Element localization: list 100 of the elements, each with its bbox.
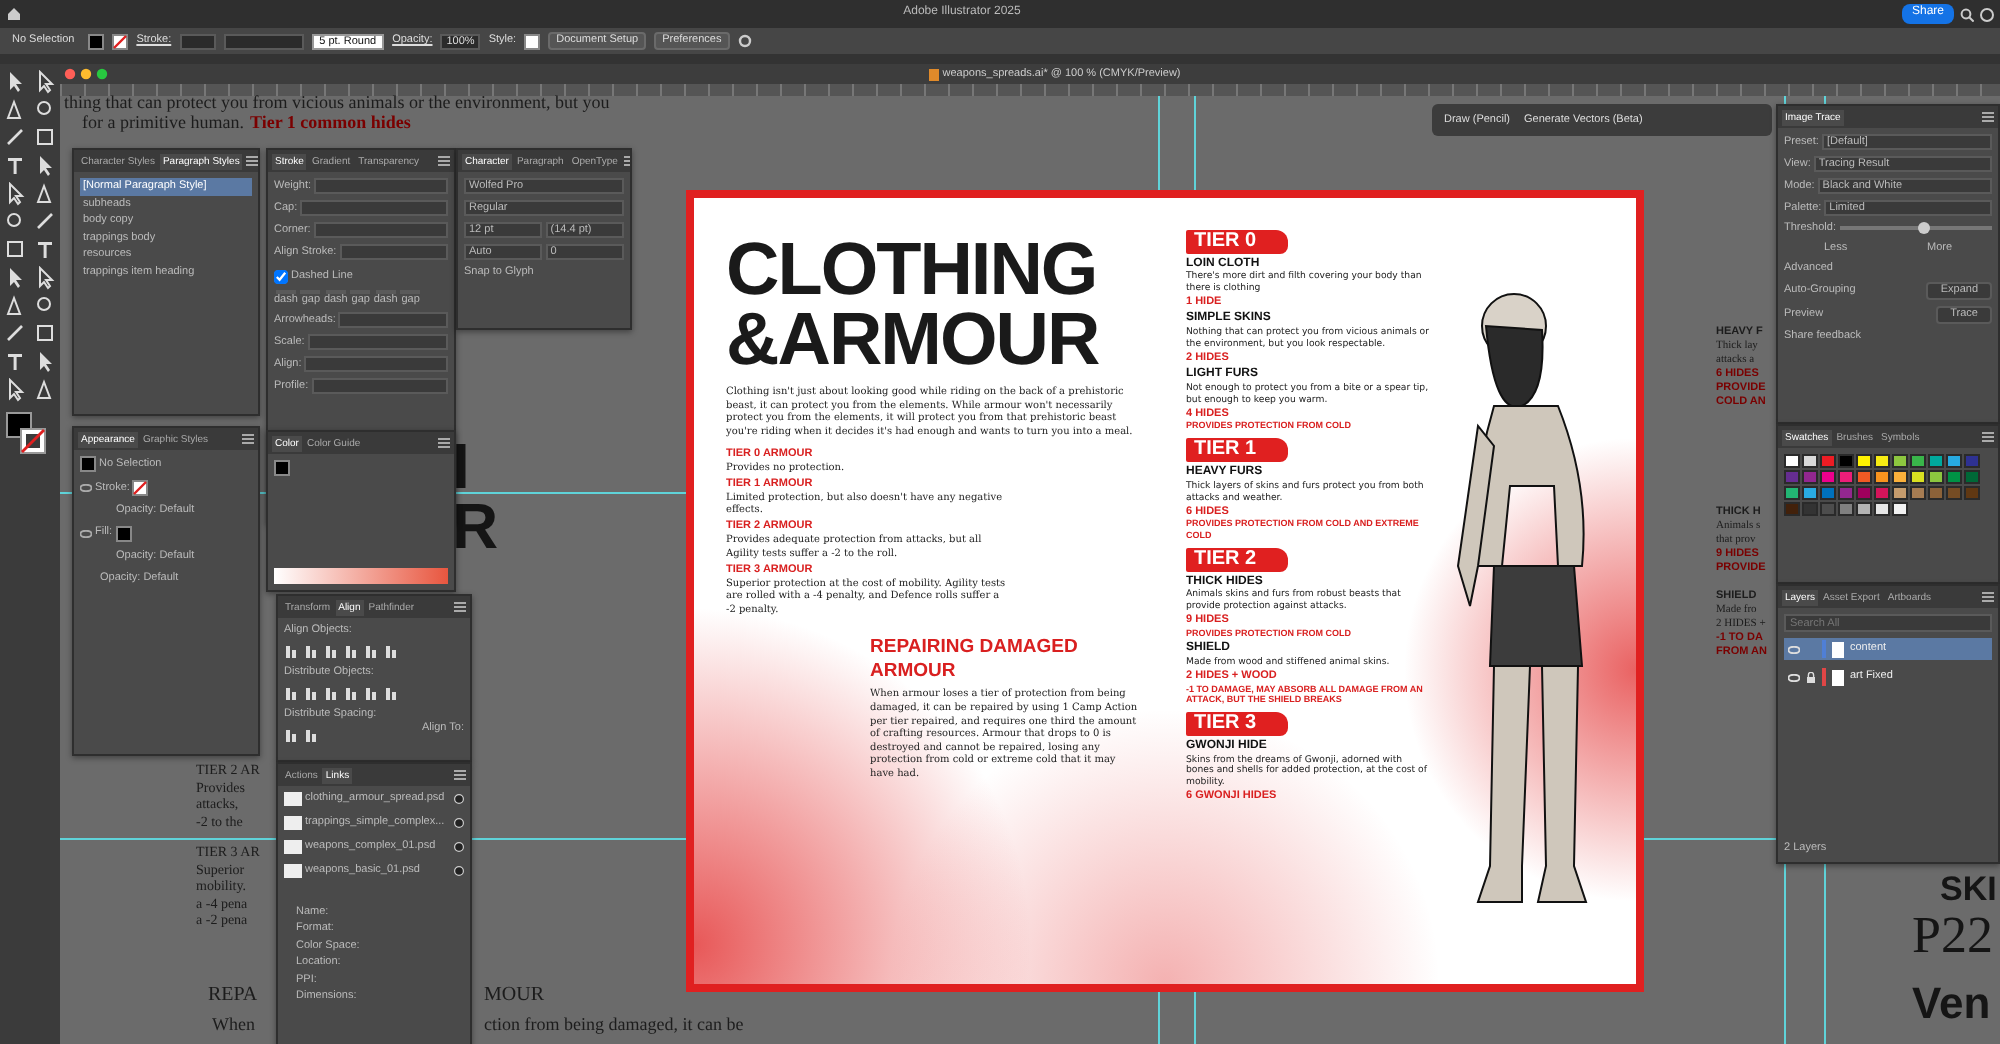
stroke-option-field[interactable] — [307, 334, 448, 351]
stroke-option-field[interactable] — [314, 178, 448, 194]
menu-icon[interactable] — [438, 438, 450, 448]
home-icon[interactable] — [6, 6, 22, 22]
minimize-button[interactable] — [79, 68, 91, 80]
outline-arrow-icon[interactable] — [34, 266, 58, 290]
color-swatch[interactable] — [1784, 454, 1800, 468]
stroke-color-icon — [20, 428, 46, 454]
color-swatch[interactable] — [1928, 454, 1944, 468]
maximize-button[interactable] — [95, 68, 107, 80]
gear-icon[interactable] — [737, 34, 752, 48]
help-icon[interactable] — [1980, 7, 1994, 21]
style-swatch-icon[interactable] — [524, 33, 541, 49]
color-swatch[interactable] — [1964, 486, 1980, 500]
arrow-icon[interactable] — [34, 350, 58, 374]
type-icon[interactable] — [34, 238, 58, 262]
outline-arrow-icon[interactable] — [4, 182, 28, 206]
arrow-icon[interactable] — [4, 266, 28, 290]
dashed-line-checkbox[interactable] — [274, 269, 288, 283]
color-swatch[interactable] — [1784, 470, 1800, 484]
square-icon[interactable] — [34, 126, 58, 150]
color-swatch[interactable] — [1874, 502, 1890, 516]
color-swatch[interactable] — [1874, 470, 1890, 484]
heading-letter: R — [452, 496, 501, 556]
heading-letter: I — [452, 436, 472, 496]
square-icon[interactable] — [4, 238, 28, 262]
heading-text: REPA — [208, 984, 258, 1006]
color-swatch[interactable] — [1838, 486, 1854, 500]
color-swatch[interactable] — [1856, 454, 1872, 468]
color-swatch[interactable] — [1856, 502, 1872, 516]
color-swatch[interactable] — [1928, 486, 1944, 500]
slider-thumb[interactable] — [1917, 222, 1930, 235]
color-swatch[interactable] — [1964, 454, 1980, 468]
variable-width-field[interactable] — [223, 33, 304, 49]
color-swatch[interactable] — [1892, 454, 1908, 468]
color-swatch[interactable] — [1946, 454, 1962, 468]
color-swatch[interactable] — [1946, 486, 1962, 500]
color-swatch[interactable] — [1892, 486, 1908, 500]
line-icon[interactable] — [4, 126, 28, 150]
lock-icon[interactable] — [1806, 671, 1816, 683]
close-button[interactable] — [63, 68, 75, 80]
stroke-weight-field[interactable] — [179, 33, 216, 49]
fill-swatch-icon — [80, 456, 96, 472]
color-swatch[interactable] — [1820, 470, 1836, 484]
outline-arrow-icon[interactable] — [34, 70, 58, 94]
arrow-icon[interactable] — [34, 154, 58, 178]
menu-icon[interactable] — [1982, 112, 1994, 122]
color-swatch[interactable] — [1802, 486, 1818, 500]
arrow-icon[interactable] — [4, 70, 28, 94]
menu-icon[interactable] — [454, 770, 466, 780]
stroke-option-field[interactable] — [311, 378, 448, 395]
visibility-eye-icon[interactable] — [80, 529, 92, 538]
color-swatch[interactable] — [1910, 486, 1926, 500]
stroke-option-field[interactable] — [313, 222, 448, 238]
color-swatch[interactable] — [1856, 470, 1872, 484]
square-icon[interactable] — [34, 322, 58, 346]
menu-icon[interactable] — [1982, 432, 1994, 442]
color-swatch[interactable] — [1946, 470, 1962, 484]
heading-text: P22 — [1912, 908, 1993, 964]
heading-text: MOUR — [484, 984, 545, 1006]
menu-icon[interactable] — [1982, 592, 1994, 602]
line-icon[interactable] — [4, 322, 28, 346]
color-swatch[interactable] — [1910, 454, 1926, 468]
stroke-option-field[interactable] — [338, 312, 448, 329]
menu-icon[interactable] — [454, 602, 466, 612]
type-icon[interactable] — [4, 154, 28, 178]
search-icon[interactable] — [1960, 7, 1974, 21]
stroke-option-field[interactable] — [304, 356, 448, 373]
color-swatch[interactable] — [1838, 454, 1854, 468]
color-swatch[interactable] — [1802, 470, 1818, 484]
color-swatch[interactable] — [1820, 454, 1836, 468]
type-icon[interactable] — [4, 350, 28, 374]
outline-arrow-icon[interactable] — [4, 378, 28, 402]
stroke-none-swatch-icon — [112, 33, 129, 49]
menu-icon[interactable] — [246, 156, 258, 166]
color-swatch[interactable] — [1928, 470, 1944, 484]
line-icon[interactable] — [34, 210, 58, 234]
stroke-option-field[interactable] — [300, 200, 448, 216]
color-swatch[interactable] — [1838, 502, 1854, 516]
stroke-option-field[interactable] — [339, 244, 448, 260]
visibility-eye-icon[interactable] — [80, 484, 92, 492]
title-text: &ARMOUR — [726, 304, 1101, 374]
color-swatch[interactable] — [1820, 502, 1836, 516]
menu-icon[interactable] — [242, 434, 254, 444]
color-swatch[interactable] — [1964, 470, 1980, 484]
color-swatch[interactable] — [1820, 486, 1836, 500]
color-swatch[interactable] — [1802, 502, 1818, 516]
color-swatch[interactable] — [1856, 486, 1872, 500]
color-swatch[interactable] — [1784, 502, 1800, 516]
color-swatch[interactable] — [1784, 486, 1800, 500]
color-swatch[interactable] — [1874, 454, 1890, 468]
color-swatch[interactable] — [1910, 470, 1926, 484]
color-swatch[interactable] — [1838, 470, 1854, 484]
color-swatch[interactable] — [1892, 470, 1908, 484]
color-swatch[interactable] — [1874, 486, 1890, 500]
menu-icon[interactable] — [438, 156, 450, 166]
color-ramp[interactable] — [274, 568, 448, 584]
color-swatch[interactable] — [1892, 502, 1908, 516]
color-swatch[interactable] — [1802, 454, 1818, 468]
fill-swatch-icon — [88, 33, 105, 49]
